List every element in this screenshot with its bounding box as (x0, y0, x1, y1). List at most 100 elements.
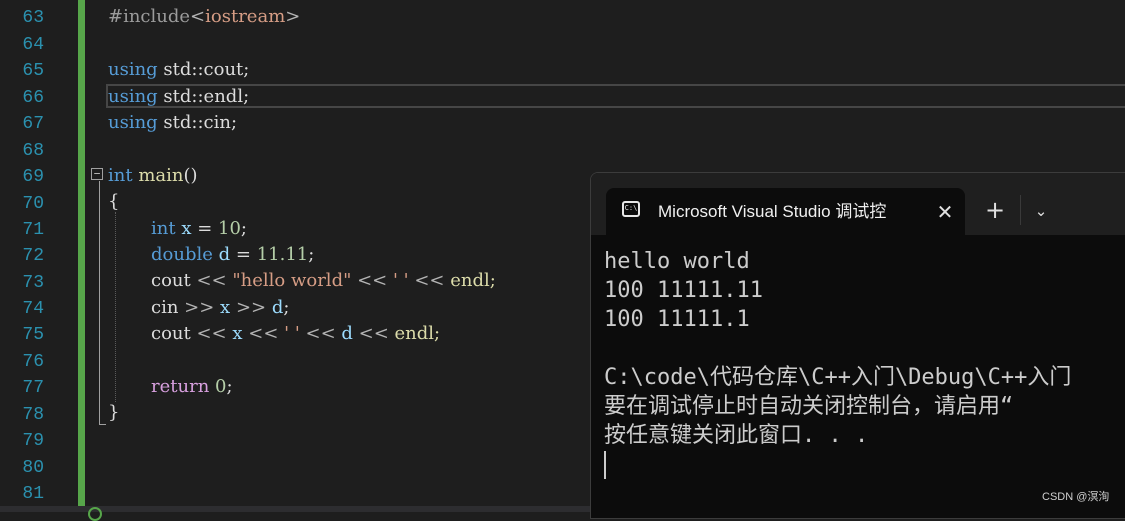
keyword: int (108, 165, 133, 186)
close-icon[interactable]: ✕ (933, 200, 957, 224)
line-number: 65 (22, 61, 44, 81)
code-line-73[interactable]: cout << "hello world" << ' ' << endl; (151, 268, 496, 294)
code-text: ; (240, 218, 247, 239)
variable: d (266, 297, 284, 318)
operator: << (196, 323, 227, 344)
watermark: CSDN @溟洵 (1042, 491, 1110, 503)
chevron-down-icon[interactable]: ⌄ (1027, 197, 1055, 225)
terminal-tab-title: Microsoft Visual Studio 调试控 (658, 202, 887, 221)
angle-bracket: < (190, 6, 206, 27)
code-line-69[interactable]: int main() (108, 163, 198, 189)
operator: >> (235, 297, 267, 318)
line-number: 79 (22, 431, 44, 451)
code-text: std::cout; (157, 59, 250, 80)
code-text: std::cin; (157, 112, 238, 133)
number-literal: 10 (218, 218, 241, 239)
line-number-gutter: 63 64 65 66 67 68 69 70 71 72 73 74 75 7… (0, 0, 72, 506)
code-line-70[interactable]: { (108, 189, 119, 215)
keyword: using (108, 59, 158, 80)
code-text: ; (226, 376, 233, 397)
keyword: using (108, 86, 158, 107)
line-number: 77 (22, 378, 44, 398)
variable: x (181, 218, 192, 239)
text-cursor (604, 451, 606, 479)
operator: << (358, 323, 389, 344)
terminal-output-line: 100 11111.1 (604, 307, 750, 332)
line-number: 67 (22, 114, 44, 134)
operator: << (414, 270, 445, 291)
variable: d (218, 244, 231, 265)
new-tab-button[interactable]: + (981, 197, 1009, 225)
operator: << (305, 323, 336, 344)
line-number: 80 (22, 458, 44, 478)
line-number: 78 (22, 405, 44, 425)
operator: << (357, 270, 388, 291)
line-number: 71 (22, 220, 44, 240)
terminal-output-line: C:\code\代码仓库\C++入门\Debug\C++入门 (604, 365, 1072, 390)
indent-guide (115, 212, 116, 402)
line-number: 74 (22, 299, 44, 319)
preprocessor-directive: #include (108, 6, 191, 27)
code-line-66[interactable]: using std::endl; (108, 84, 249, 110)
terminal-tab-bar: C:\ Microsoft Visual Studio 调试控 ✕ + ⌄ (591, 173, 1125, 235)
code-line-63[interactable]: #include<iostream> (108, 4, 300, 30)
terminal-output-line: hello world (604, 249, 750, 274)
line-number: 66 (22, 88, 44, 108)
code-text: cout (151, 270, 197, 291)
code-text: = (191, 218, 219, 239)
current-line-highlight (106, 84, 1125, 108)
terminal-window[interactable]: C:\ Microsoft Visual Studio 调试控 ✕ + ⌄ he… (590, 172, 1125, 519)
terminal-output-line: 按任意键关闭此窗口. . . (604, 423, 869, 448)
angle-bracket: > (285, 6, 301, 27)
function-name: main (138, 165, 184, 186)
keyword: int (151, 218, 176, 239)
change-tracking-bar (78, 0, 85, 506)
fold-guide-end (99, 424, 106, 425)
code-line-77[interactable]: return 0; (151, 374, 233, 400)
keyword: return (151, 376, 210, 397)
keyword: double (151, 244, 213, 265)
char-literal: ' ' (387, 270, 415, 291)
keyword: using (108, 112, 158, 133)
code-text: std::endl; (157, 86, 250, 107)
status-ok-icon (88, 507, 102, 521)
header-name: iostream (205, 6, 286, 27)
code-line-65[interactable]: using std::cout; (108, 57, 249, 83)
brace: { (108, 191, 120, 212)
line-number: 69 (22, 167, 44, 187)
code-text: endl; (388, 323, 441, 344)
number-literal: 11.11 (256, 244, 309, 265)
line-number: 63 (22, 8, 44, 28)
line-number: 76 (22, 352, 44, 372)
code-text: = (230, 244, 257, 265)
variable: d (335, 323, 359, 344)
operator: >> (184, 297, 215, 318)
code-line-67[interactable]: using std::cin; (108, 110, 237, 136)
string-literal: "hello world" (226, 270, 358, 291)
line-number: 64 (22, 35, 44, 55)
code-text: ; (308, 244, 315, 265)
variable: x (214, 297, 236, 318)
terminal-tab[interactable]: C:\ Microsoft Visual Studio 调试控 ✕ (606, 188, 965, 235)
collapse-icon[interactable]: − (91, 168, 103, 180)
code-line-71[interactable]: int x = 10; (151, 216, 247, 242)
line-number: 72 (22, 246, 44, 266)
terminal-icon: C:\ (622, 201, 640, 217)
char-literal: ' ' (278, 323, 306, 344)
line-number: 81 (22, 484, 44, 504)
number-literal: 0 (215, 376, 227, 397)
code-line-74[interactable]: cin >> x >> d; (151, 295, 289, 321)
brace: } (108, 402, 120, 423)
terminal-output-line: 100 11111.11 (604, 278, 763, 303)
code-line-75[interactable]: cout << x << ' ' << d << endl; (151, 321, 440, 347)
line-number: 70 (22, 194, 44, 214)
variable: x (226, 323, 249, 344)
operator: << (248, 323, 279, 344)
tab-separator (1020, 195, 1021, 225)
code-line-72[interactable]: double d = 11.11; (151, 242, 314, 268)
line-number: 73 (22, 273, 44, 293)
line-number: 75 (22, 325, 44, 345)
code-line-78[interactable]: } (108, 400, 119, 426)
code-text: endl; (444, 270, 496, 291)
operator: << (196, 270, 227, 291)
